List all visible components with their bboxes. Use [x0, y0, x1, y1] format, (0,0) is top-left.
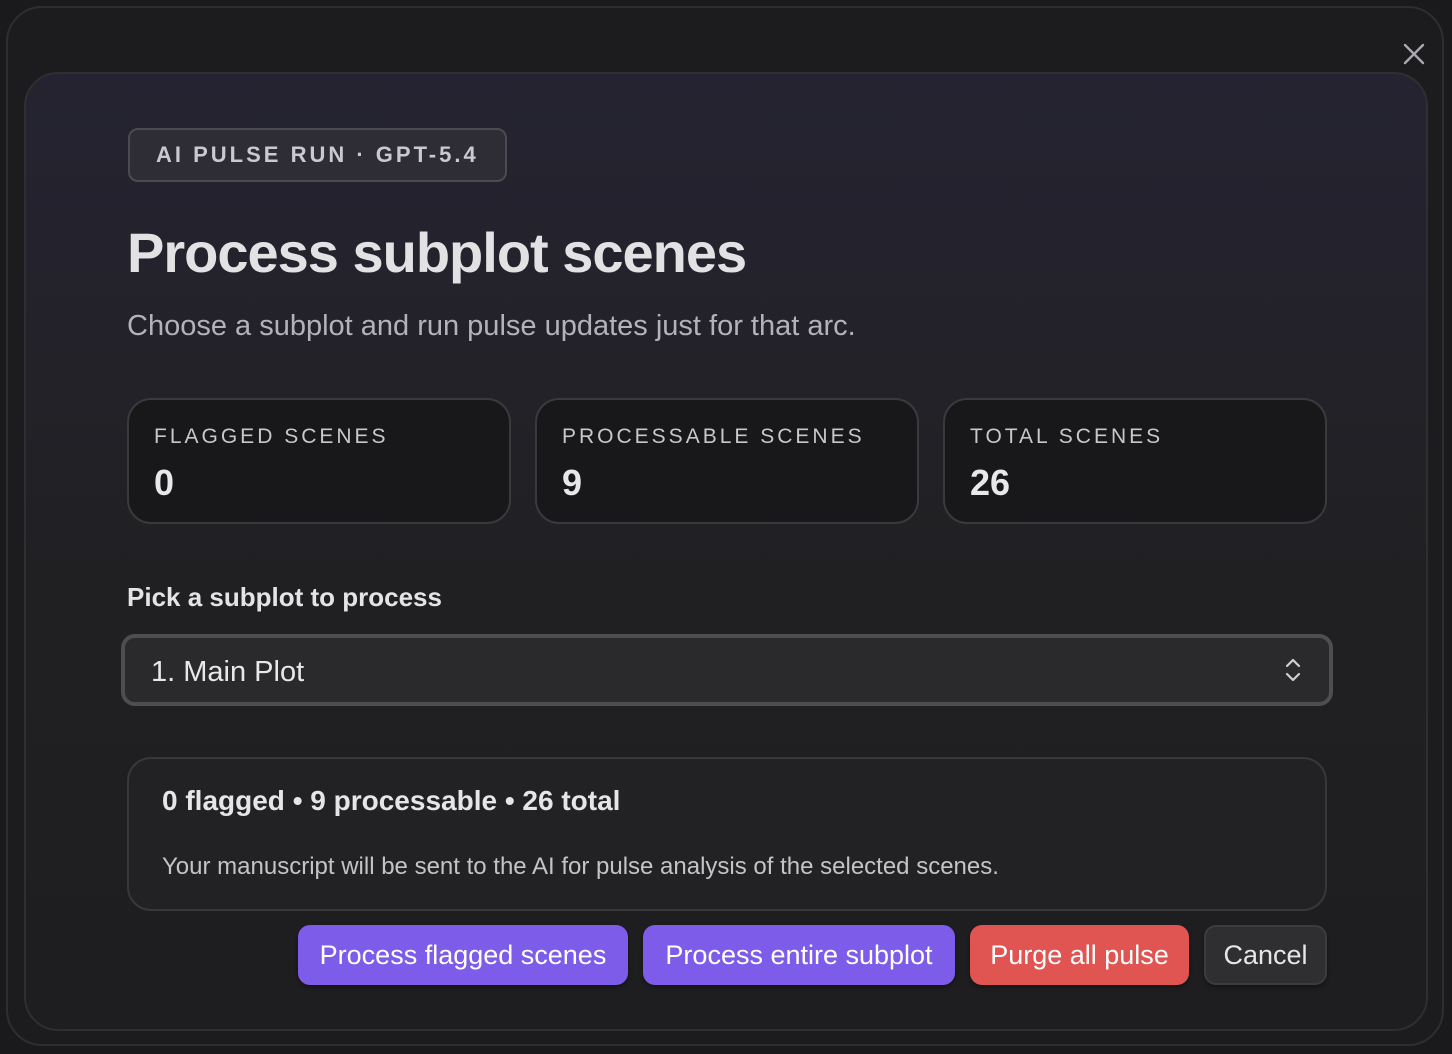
stat-card-flagged: FLAGGED SCENES 0 — [127, 398, 511, 524]
page-title: Process subplot scenes — [127, 221, 747, 284]
cancel-button[interactable]: Cancel — [1204, 925, 1327, 985]
page-subtitle: Choose a subplot and run pulse updates j… — [127, 310, 856, 342]
stat-label: FLAGGED SCENES — [154, 425, 389, 448]
subplot-select[interactable]: 1. Main Plot — [121, 634, 1333, 706]
stat-value: 0 — [154, 462, 175, 503]
summary-panel: 0 flagged • 9 processable • 26 total You… — [127, 757, 1327, 911]
summary-stats: 0 flagged • 9 processable • 26 total — [162, 785, 621, 816]
subplot-select-value: 1. Main Plot — [151, 656, 305, 688]
stat-value: 9 — [562, 462, 583, 503]
close-button[interactable] — [1398, 38, 1430, 70]
purge-pulse-button[interactable]: Purge all pulse — [970, 925, 1189, 985]
process-subplot-button[interactable]: Process entire subplot — [643, 925, 955, 985]
chevron-up-down-icon — [1285, 658, 1301, 682]
stat-card-processable: PROCESSABLE SCENES 9 — [535, 398, 919, 524]
stat-card-total: TOTAL SCENES 26 — [943, 398, 1327, 524]
process-flagged-button[interactable]: Process flagged scenes — [298, 925, 628, 985]
close-icon — [1403, 43, 1425, 65]
stat-value: 26 — [970, 462, 1011, 503]
stat-label: TOTAL SCENES — [970, 425, 1164, 448]
stat-label: PROCESSABLE SCENES — [562, 425, 865, 448]
subplot-picker-label: Pick a subplot to process — [127, 582, 442, 612]
summary-note: Your manuscript will be sent to the AI f… — [162, 853, 999, 880]
model-badge: AI PULSE RUN · GPT-5.4 — [128, 128, 507, 182]
modal-content: AI PULSE RUN · GPT-5.4 Process subplot s… — [24, 72, 1428, 1031]
